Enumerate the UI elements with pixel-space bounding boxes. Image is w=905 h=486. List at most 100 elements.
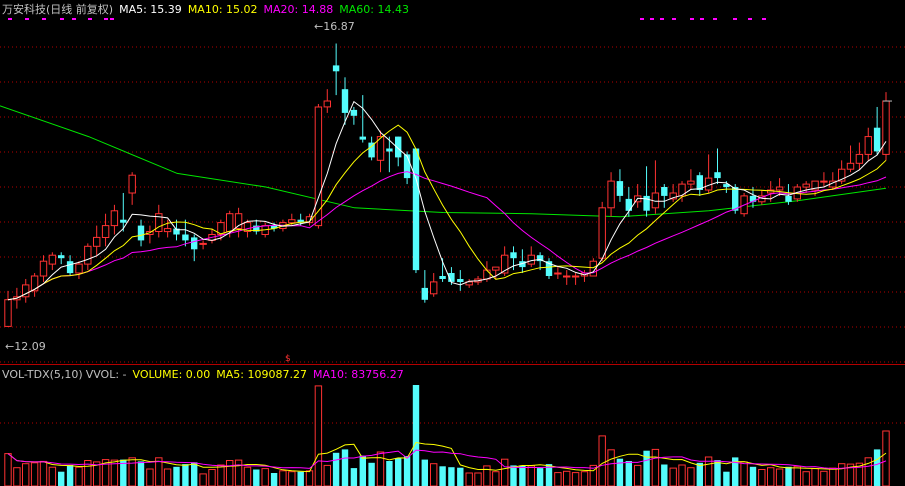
volume-bar-up xyxy=(571,472,580,486)
signal-marker xyxy=(110,18,114,20)
volume-bar-down xyxy=(137,461,145,486)
ma10-series xyxy=(7,124,887,301)
volume-bar-up xyxy=(811,468,819,486)
volume-bar-down xyxy=(253,469,260,486)
candle-body-up xyxy=(226,213,234,232)
volume-bar-up xyxy=(758,469,766,486)
low-price-value: 12.09 xyxy=(14,340,46,353)
candle-body-down xyxy=(785,195,792,202)
volume-bar-down xyxy=(403,456,411,486)
volume-bar-up xyxy=(305,470,314,486)
candle-body-up xyxy=(110,210,119,227)
candle-body-up xyxy=(84,245,92,265)
volume-bar-down xyxy=(421,459,428,486)
candle-body-up xyxy=(802,183,810,188)
signal-marker xyxy=(42,18,46,20)
volume-bar-up xyxy=(4,453,12,486)
volume-bar-up xyxy=(527,465,535,486)
volume-bar-up xyxy=(598,435,606,486)
candle-body-up xyxy=(882,100,890,155)
signal-marker xyxy=(672,18,676,20)
candle-body-up xyxy=(563,275,571,278)
candle-body-up xyxy=(199,242,207,245)
signal-marker xyxy=(690,18,694,20)
volume-bar-up xyxy=(882,430,890,486)
volume-bar-up xyxy=(501,458,509,486)
volume-bar-up xyxy=(793,465,801,486)
volume-bar-up xyxy=(607,449,615,486)
signal-marker xyxy=(88,18,92,20)
volume-bar-down xyxy=(270,473,278,486)
volume-bar-down xyxy=(536,468,544,486)
signal-marker xyxy=(650,18,654,20)
candle-body-up xyxy=(48,254,57,265)
volume-bar-down xyxy=(519,465,526,486)
volume-bar-up xyxy=(678,464,686,486)
volume-bar-up xyxy=(465,472,473,486)
volume-bars xyxy=(4,385,890,486)
candle-body-up xyxy=(101,225,110,239)
volume-bar-up xyxy=(234,459,243,486)
volume-bar-up xyxy=(687,467,695,486)
vvol-legend: VVOL: - xyxy=(85,368,127,381)
volume-bar-up xyxy=(243,466,252,486)
volume-bar-up xyxy=(13,467,21,486)
ma5-legend: MA5: 15.39 xyxy=(119,3,182,16)
price-header: 万安科技(日线 前复权) MA5: 15.39 MA10: 15.02 MA20: 1… xyxy=(2,3,415,17)
volume-bar-up xyxy=(802,471,810,486)
candle-body-down xyxy=(58,255,65,259)
vol-ma10-legend: MA10: 83756.27 xyxy=(312,368,404,381)
signal-marker xyxy=(660,18,664,20)
stock-chart: $ xyxy=(0,18,905,486)
candle-body-down xyxy=(616,181,624,196)
signal-marker xyxy=(104,18,108,20)
volume-bar-up xyxy=(22,463,30,486)
candle-body-up xyxy=(323,100,332,108)
volume-bar-down xyxy=(359,455,366,486)
candle-body-up xyxy=(234,213,243,229)
candle-body-down xyxy=(439,276,446,279)
volume-bar-up xyxy=(554,472,562,486)
volume-bar-down xyxy=(714,460,721,486)
volume-bar-down xyxy=(182,464,189,486)
event-marker: $ xyxy=(285,354,291,364)
low-price-label: ←12.09 xyxy=(5,340,46,353)
volume-bar-up xyxy=(208,469,216,486)
signal-marker xyxy=(8,18,12,20)
volume-bar-down xyxy=(723,471,730,486)
candle-body-down xyxy=(714,172,721,179)
volume-bar-up xyxy=(146,468,154,486)
volume-bar-down xyxy=(448,467,455,486)
volume-bar-up xyxy=(775,468,784,486)
volume-bar-up xyxy=(838,463,846,486)
candle-body-up xyxy=(75,263,83,274)
volume-bar-up xyxy=(323,464,332,486)
candle-body-down xyxy=(412,148,420,271)
volume-bar-up xyxy=(474,472,482,486)
ma-lines xyxy=(7,100,887,301)
volume-bar-up xyxy=(199,473,207,486)
candle-body-up xyxy=(554,272,562,275)
candle-body-down xyxy=(66,261,74,274)
volume-bar-up xyxy=(820,470,828,486)
candle-body-down xyxy=(403,154,411,179)
volume-header: VOL-TDX(5,10) VVOL: - VOLUME: 0.00 MA5: 109… xyxy=(2,368,410,382)
volume-bar-up xyxy=(829,467,837,486)
stock-title: 万安科技(日线 前复权) xyxy=(2,3,114,16)
volume-bar-up xyxy=(30,462,39,486)
volume-bar-up xyxy=(430,463,438,486)
volume-bar-down xyxy=(412,385,420,486)
signal-marker xyxy=(60,18,64,20)
annotations: $ xyxy=(285,100,892,364)
candle-body-up xyxy=(687,180,695,185)
signal-marker xyxy=(733,18,737,20)
signal-marker xyxy=(25,18,29,20)
signal-marker xyxy=(700,18,704,20)
volume-bar-down xyxy=(66,465,74,486)
candle-body-down xyxy=(510,252,517,259)
volume-bar-up xyxy=(492,471,500,486)
volume-bar-up xyxy=(163,468,172,486)
volume-bar-down xyxy=(439,466,446,486)
candle-body-down xyxy=(732,187,739,211)
signal-marker xyxy=(762,18,766,20)
